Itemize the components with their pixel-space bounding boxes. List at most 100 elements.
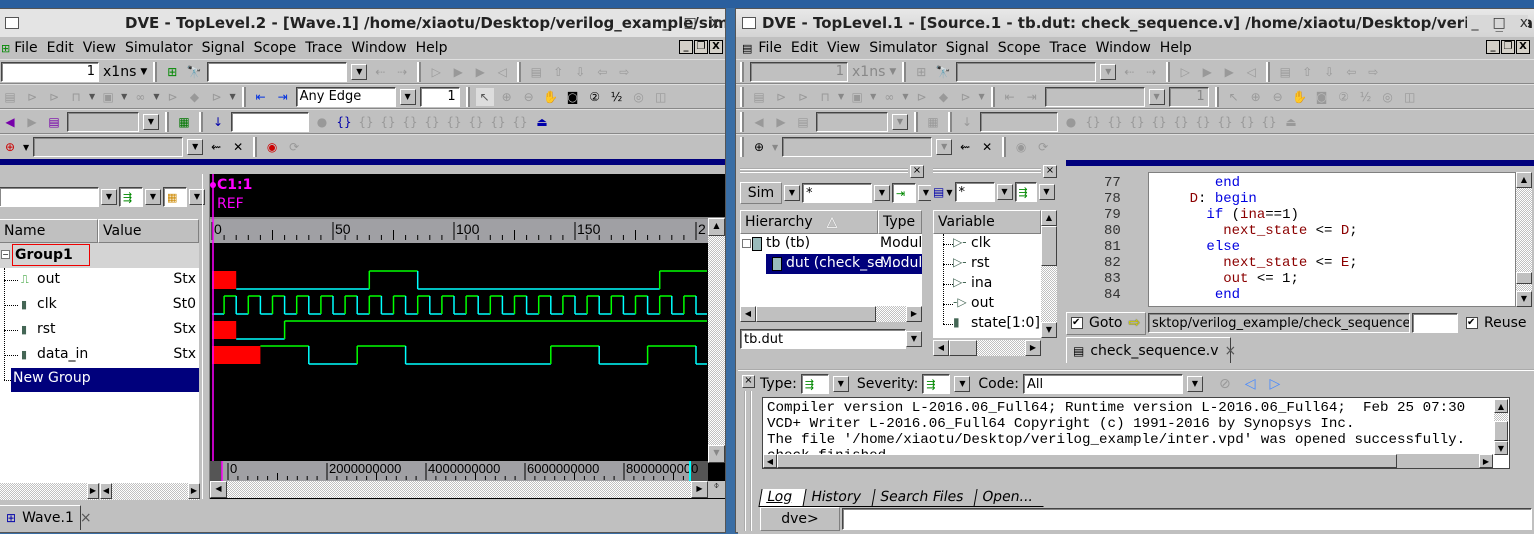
- binoculars-icon[interactable]: 🔭: [934, 63, 952, 81]
- close-button[interactable]: x: [711, 15, 719, 31]
- column-header-hierarchy[interactable]: Hierarchy △: [740, 210, 878, 234]
- toolbar-grip[interactable]: [153, 61, 158, 82]
- move-up-icon[interactable]: ⇧: [1298, 63, 1316, 81]
- menu-scope[interactable]: Scope: [254, 40, 297, 56]
- next-edge-icon[interactable]: ⇥: [1023, 88, 1041, 106]
- step-cs-icon[interactable]: {}: [1194, 113, 1212, 131]
- next-message-icon[interactable]: ▷: [1269, 376, 1280, 392]
- search-dropdown[interactable]: ▼: [1100, 63, 1117, 80]
- variable-display-dropdown[interactable]: ▼: [1038, 184, 1055, 200]
- variable-filter-input[interactable]: *: [954, 182, 995, 202]
- step-csn-icon[interactable]: {}: [467, 113, 485, 131]
- mdi-minimize-button[interactable]: _: [1486, 40, 1500, 54]
- step-csn-icon[interactable]: {}: [1216, 113, 1234, 131]
- step-out-icon[interactable]: {}: [1172, 113, 1190, 131]
- select-pointer-icon[interactable]: ↖: [475, 87, 494, 106]
- menu-signal[interactable]: Signal: [946, 40, 989, 56]
- list-icon[interactable]: ▤: [45, 113, 63, 131]
- zoom-cursor-icon[interactable]: ◎: [1379, 88, 1397, 106]
- zoom-out-icon[interactable]: ⊖: [1269, 88, 1287, 106]
- prev-edge-icon[interactable]: ⇤: [1001, 88, 1019, 106]
- menu-simulator[interactable]: Simulator: [125, 40, 193, 56]
- zoom-half-icon[interactable]: ½: [1357, 88, 1375, 106]
- search-dropdown[interactable]: ▼: [351, 63, 368, 80]
- path-schematic-icon[interactable]: ⊳: [794, 88, 812, 106]
- goto-path-input[interactable]: sktop/verilog_example/check_sequence.v: [1148, 313, 1410, 333]
- signal-group-select[interactable]: [33, 137, 184, 157]
- source-vscrollbar[interactable]: ▲ ▼: [1516, 172, 1532, 307]
- menu-window[interactable]: Window: [351, 40, 406, 56]
- variable-hscrollbar[interactable]: ◀ ▶: [933, 340, 1041, 356]
- time-input[interactable]: 1: [1, 61, 99, 82]
- goto-checkbox[interactable]: ✔: [1071, 317, 1083, 329]
- source-line[interactable]: 77 end: [1066, 175, 1516, 191]
- variable-row[interactable]: -▷ out: [933, 294, 1041, 314]
- menu-signal[interactable]: Signal: [202, 40, 245, 56]
- signal-filter-input[interactable]: [0, 187, 99, 207]
- search-input[interactable]: [956, 61, 1097, 82]
- display-filter-icon[interactable]: ⇶: [119, 187, 143, 207]
- minimize-button[interactable]: _: [1471, 15, 1478, 31]
- signal-hscrollbar-name[interactable]: ▶: [0, 483, 99, 500]
- zoom-cursor-icon[interactable]: ◎: [630, 88, 648, 106]
- find-next-icon[interactable]: ⇢: [1142, 63, 1160, 81]
- variable-row[interactable]: ▷- rst: [933, 254, 1041, 274]
- console-tab-history[interactable]: History: [802, 489, 875, 507]
- trace-x-icon[interactable]: ▶: [1220, 63, 1238, 81]
- source-icon[interactable]: ▤: [1, 88, 19, 106]
- console-tab-search-files[interactable]: Search Files: [871, 489, 977, 507]
- chip-icon[interactable]: ◆: [934, 88, 952, 106]
- time-unit-select[interactable]: x1ns: [852, 64, 885, 80]
- edge-count-input[interactable]: 1: [1168, 86, 1209, 107]
- group-row[interactable]: − Group1: [0, 243, 199, 268]
- wave-hscrollbar[interactable]: ◀ ▶: [210, 481, 708, 498]
- sim-mode-dropdown[interactable]: ▼: [784, 185, 800, 201]
- schematic-icon[interactable]: ◁: [1242, 63, 1260, 81]
- zoom-2x-icon[interactable]: ②: [1335, 88, 1353, 106]
- restart-icon[interactable]: ⏏: [533, 113, 551, 131]
- stop-icon[interactable]: ●: [313, 113, 331, 131]
- zoom-full-icon[interactable]: ◫: [652, 88, 670, 106]
- find-signal-icon[interactable]: ⊞: [912, 63, 930, 81]
- command-input[interactable]: [842, 508, 1532, 530]
- variable-row[interactable]: ▷- ina: [933, 274, 1041, 294]
- hierarchy-filter-dropdown[interactable]: ▼: [874, 185, 890, 201]
- breakpoint-icon[interactable]: ◉: [263, 138, 281, 156]
- hierarchy-hscrollbar[interactable]: ◀ ▶: [740, 306, 922, 322]
- menu-view[interactable]: View: [83, 40, 116, 56]
- step-tb-icon[interactable]: {}: [401, 113, 419, 131]
- edge-select-dropdown[interactable]: ▼: [399, 88, 416, 105]
- menu-simulator[interactable]: Simulator: [869, 40, 937, 56]
- edge-select[interactable]: Any Edge: [295, 86, 396, 107]
- memory-icon[interactable]: ⊳: [163, 88, 181, 106]
- prev-message-icon[interactable]: ◁: [1245, 376, 1256, 392]
- maximize-button[interactable]: □: [1492, 15, 1505, 31]
- path-schematic-icon[interactable]: ⊳: [45, 88, 63, 106]
- document-icon[interactable]: ▤: [527, 63, 545, 81]
- list-view-icon[interactable]: ▣: [99, 88, 117, 106]
- zoom-in-icon[interactable]: ⊕: [1247, 88, 1265, 106]
- wave-view-icon[interactable]: ⊓: [816, 88, 834, 106]
- find-prev-icon[interactable]: ⇠: [1120, 63, 1138, 81]
- collapse-icon[interactable]: −: [1, 250, 10, 259]
- zoom-fit-icon[interactable]: ◙: [564, 88, 582, 106]
- signal-filter-dropdown[interactable]: ▼: [101, 189, 117, 205]
- close-pane-button[interactable]: ×: [910, 165, 924, 178]
- tab-wave-1[interactable]: ⊞ Wave.1 ×: [0, 505, 92, 530]
- column-header-name[interactable]: Name: [0, 219, 98, 243]
- add-to-group-icon[interactable]: ⇜: [956, 138, 974, 156]
- sim-time-input[interactable]: [231, 111, 309, 132]
- variable-display-icon[interactable]: ⇶: [1014, 182, 1037, 202]
- sim-time-input[interactable]: [980, 111, 1058, 132]
- log-vscrollbar[interactable]: ▲ ▼: [1494, 399, 1508, 455]
- step-cs-icon[interactable]: {}: [445, 113, 463, 131]
- breakpoint-icon[interactable]: ◉: [1012, 138, 1030, 156]
- step-back-icon[interactable]: {}: [1238, 113, 1256, 131]
- edge-count-input[interactable]: 1: [419, 86, 460, 107]
- forward-icon[interactable]: ⇨: [1364, 63, 1382, 81]
- zoom-full-icon[interactable]: ◫: [1401, 88, 1419, 106]
- list-icon[interactable]: ▤: [794, 113, 812, 131]
- signal-row[interactable]: ⎍ out Stx: [0, 268, 199, 293]
- waveform-canvas[interactable]: 0 50 100 150 2 0 2000000000 4000000000 600000000…: [210, 174, 725, 499]
- tab-check-sequence[interactable]: ▤ check_sequence.v ×: [1066, 337, 1236, 363]
